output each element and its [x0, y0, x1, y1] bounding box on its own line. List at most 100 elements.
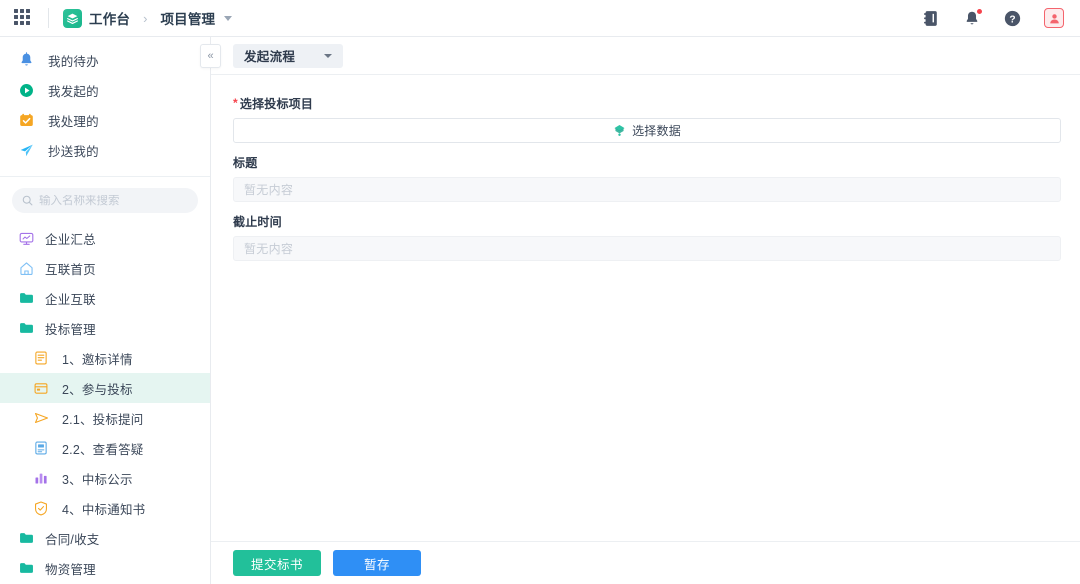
sidebar-item-label: 我的待办: [48, 54, 99, 69]
field-label-wrap: 标题: [233, 154, 1061, 171]
select-data-icon: [613, 124, 626, 137]
paper-plane-icon: [18, 142, 35, 159]
main-footer: 提交标书 暂存: [211, 541, 1080, 584]
folder-icon: [18, 290, 34, 306]
title-readonly-input: 暂无内容: [233, 177, 1061, 202]
svg-text:?: ?: [1009, 14, 1015, 25]
play-circle-icon: [18, 82, 35, 99]
sidebar-item-invitation-detail[interactable]: 1、邀标详情: [0, 343, 210, 373]
sidebar-item-contract-income[interactable]: 合同/收支: [0, 523, 210, 553]
chevron-down-icon: [324, 53, 332, 58]
sidebar-item-label: 互联首页: [45, 262, 96, 277]
sidebar-item-label: 我发起的: [48, 84, 99, 99]
field-deadline: 截止时间 暂无内容: [233, 213, 1061, 261]
monitor-icon: [18, 230, 34, 246]
topbar-divider: [48, 8, 49, 28]
sidebar-item-cc-to-me[interactable]: 抄送我的: [0, 135, 210, 165]
form-area: * 选择投标项目 选择数据 标题 暂无内容 截止时间 暂无内容: [211, 75, 1080, 541]
sidebar-item-label: 3、中标公示: [62, 472, 133, 487]
bar-chart-icon: [33, 470, 49, 486]
sidebar-item-winning-notice[interactable]: 4、中标通知书: [0, 493, 210, 523]
sidebar-item-my-initiated[interactable]: 我发起的: [0, 75, 210, 105]
sidebar-nav-list: 企业汇总 互联首页 企业互联 投标管理 1、邀标详情 2、参与投标 2.1、投标…: [0, 223, 210, 584]
main-header: 发起流程: [211, 37, 1080, 75]
folder-icon: [18, 320, 34, 336]
field-label: 标题: [233, 156, 258, 170]
sidebar-item-interconnect-home[interactable]: 互联首页: [0, 253, 210, 283]
breadcrumb-workbench[interactable]: 工作台: [89, 8, 130, 28]
sidebar-collapse-button[interactable]: «: [200, 44, 221, 68]
sidebar-item-label: 我处理的: [48, 114, 99, 129]
required-asterisk: *: [233, 95, 238, 110]
field-label-wrap: 截止时间: [233, 213, 1061, 230]
sidebar-item-label: 2.1、投标提问: [62, 412, 144, 427]
deadline-value: 暂无内容: [244, 242, 294, 256]
field-label: 选择投标项目: [239, 97, 314, 111]
search-icon: [22, 195, 33, 206]
select-data-action[interactable]: 选择数据: [613, 122, 681, 139]
sidebar-item-bid-question[interactable]: 2.1、投标提问: [0, 403, 210, 433]
shield-check-icon: [33, 500, 49, 516]
sidebar-item-label: 抄送我的: [48, 144, 99, 159]
sidebar-item-bid-management[interactable]: 投标管理: [0, 313, 210, 343]
sidebar-item-my-todo[interactable]: 我的待办: [0, 45, 210, 75]
field-label-wrap: * 选择投标项目: [233, 95, 1061, 112]
select-data-label: 选择数据: [632, 124, 681, 138]
bell-icon: [18, 52, 35, 69]
select-bid-project-input[interactable]: 选择数据: [233, 118, 1061, 143]
field-label: 截止时间: [233, 215, 282, 229]
check-square-icon: [18, 112, 35, 129]
save-draft-button[interactable]: 暂存: [333, 550, 421, 576]
sidebar-item-view-answers[interactable]: 2.2、查看答疑: [0, 433, 210, 463]
sidebar-search-wrap: [0, 177, 210, 223]
document-blue-icon: [33, 440, 49, 456]
submit-bid-button[interactable]: 提交标书: [233, 550, 321, 576]
main-panel: « 发起流程 * 选择投标项目 选择数据 标题 暂无内容 截止时间 暂无内容 提…: [200, 37, 1080, 584]
grid-apps-icon[interactable]: [14, 9, 32, 27]
top-bar: 工作台 › 项目管理 ?: [0, 0, 1080, 37]
deadline-readonly-input: 暂无内容: [233, 236, 1061, 261]
breadcrumb-chevron-down-icon[interactable]: [224, 15, 233, 21]
stack-logo-icon: [63, 8, 82, 28]
flow-dropdown[interactable]: 发起流程: [233, 43, 343, 68]
flow-dropdown-label: 发起流程: [244, 50, 296, 64]
breadcrumb-module[interactable]: 项目管理: [160, 8, 215, 28]
sidebar: 我的待办 我发起的 我处理的 抄送我的 输入名称来搜索 企业汇总 互联首页 企业…: [0, 37, 211, 584]
sidebar-item-enterprise-interconnect[interactable]: 企业互联: [0, 283, 210, 313]
sidebar-quick-list: 我的待办 我发起的 我处理的 抄送我的: [0, 37, 210, 171]
bell-icon[interactable]: [962, 7, 983, 28]
breadcrumb-separator: ›: [143, 10, 148, 26]
search-input[interactable]: [39, 194, 188, 207]
notification-badge: [976, 7, 983, 15]
card-icon: [33, 380, 49, 396]
sidebar-item-label: 企业汇总: [45, 232, 96, 247]
help-icon[interactable]: ?: [1003, 9, 1022, 28]
send-icon: [33, 410, 49, 426]
sidebar-item-label: 企业互联: [45, 292, 96, 307]
user-avatar-icon[interactable]: [1044, 8, 1064, 28]
sidebar-item-label: 4、中标通知书: [62, 502, 146, 517]
sidebar-item-label: 1、邀标详情: [62, 352, 133, 367]
sidebar-item-enterprise-summary[interactable]: 企业汇总: [0, 223, 210, 253]
sidebar-item-label: 物资管理: [45, 562, 96, 577]
body-container: 我的待办 我发起的 我处理的 抄送我的 输入名称来搜索 企业汇总 互联首页 企业…: [0, 37, 1080, 584]
sidebar-item-material-management[interactable]: 物资管理: [0, 553, 210, 583]
sidebar-item-label: 投标管理: [45, 322, 96, 337]
home-icon: [18, 260, 34, 276]
notebook-icon[interactable]: [921, 9, 940, 28]
search-box[interactable]: [12, 188, 198, 213]
sidebar-item-label: 2、参与投标: [62, 382, 133, 397]
sidebar-item-label: 2.2、查看答疑: [62, 442, 144, 457]
sidebar-item-participate-bid[interactable]: 2、参与投标: [0, 373, 210, 403]
topbar-actions: ?: [921, 7, 1068, 28]
document-icon: [33, 350, 49, 366]
sidebar-item-label: 合同/收支: [45, 532, 100, 547]
field-select-bid-project: * 选择投标项目 选择数据: [233, 95, 1061, 143]
title-value: 暂无内容: [244, 183, 294, 197]
field-title: 标题 暂无内容: [233, 154, 1061, 202]
folder-icon: [18, 560, 34, 576]
sidebar-item-my-processed[interactable]: 我处理的: [0, 105, 210, 135]
app-window: 工作台 › 项目管理 ? 我的待办 我发起的 我处理的 抄送我的 输入名称来搜索…: [0, 0, 1080, 584]
folder-icon: [18, 530, 34, 546]
sidebar-item-winning-announcement[interactable]: 3、中标公示: [0, 463, 210, 493]
